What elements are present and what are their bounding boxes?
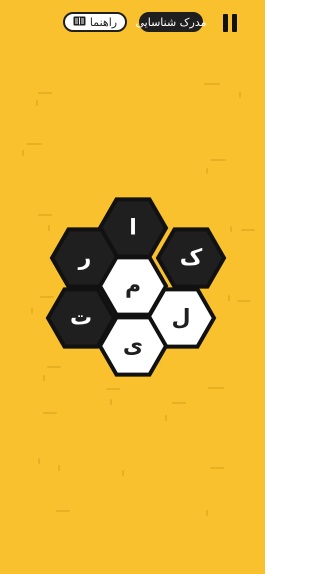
hex-tile-letter: ت [70, 306, 92, 331]
hex-tile-letter: م [125, 274, 141, 299]
hex-tile-letter: ا [129, 216, 137, 241]
hex-tile-letter: ر [78, 246, 92, 271]
hex-tile-letter: ی [123, 334, 143, 359]
hex-board: ا ک ر م ت ل ی [45, 197, 227, 377]
hex-tile-letter: ل [171, 306, 190, 331]
game-screen: راهنما مدرک شناسایی اکرمتلی [0, 0, 265, 574]
hex-tile-2[interactable]: ک [155, 227, 227, 289]
hex-tile-letter: ک [180, 246, 203, 271]
hex-tile-7[interactable]: ی [97, 315, 169, 377]
